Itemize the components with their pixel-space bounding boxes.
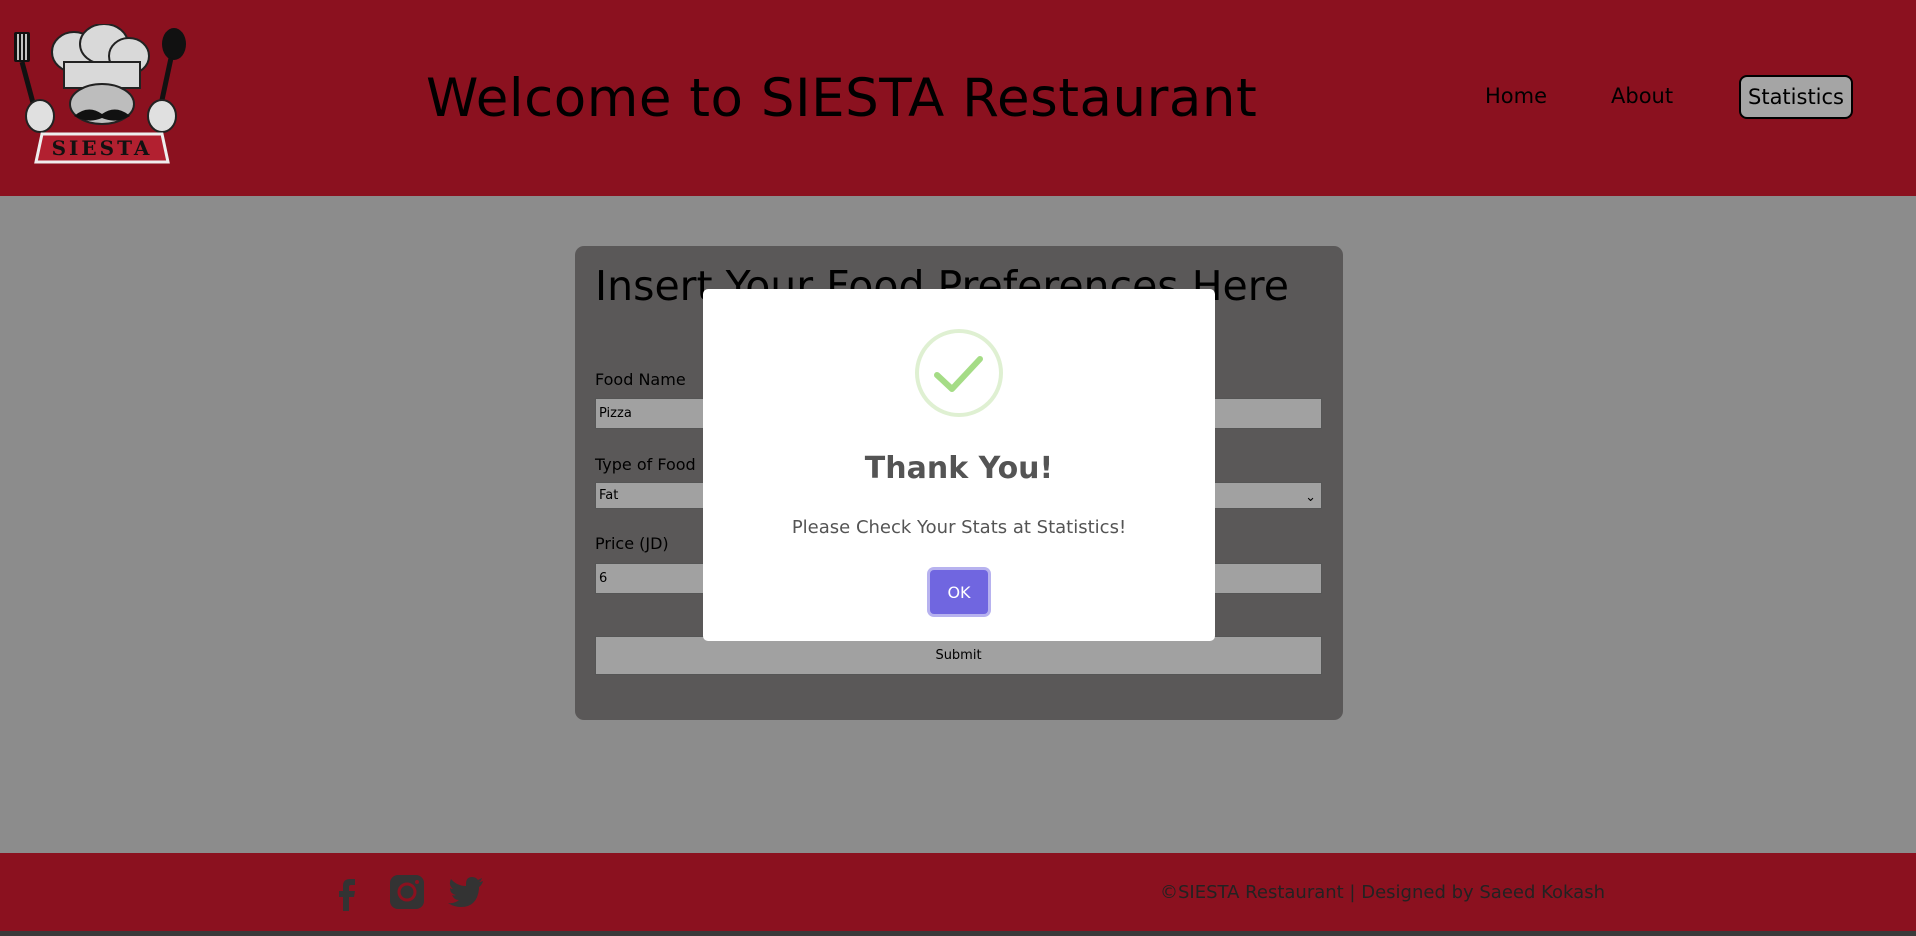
success-check-icon bbox=[915, 329, 1003, 417]
copyright-text: ©SIESTA Restaurant | Designed by Saeed K… bbox=[1160, 882, 1605, 903]
nav-about-link[interactable]: About bbox=[1611, 84, 1673, 108]
site-footer bbox=[0, 853, 1916, 936]
nav-home-link[interactable]: Home bbox=[1485, 84, 1547, 108]
price-label: Price (JD) bbox=[595, 534, 669, 553]
modal-message: Please Check Your Stats at Statistics! bbox=[791, 517, 1127, 538]
food-name-label: Food Name bbox=[595, 370, 686, 389]
chevron-down-icon: ⌄ bbox=[1305, 490, 1316, 505]
twitter-icon[interactable] bbox=[447, 873, 485, 911]
ok-button[interactable]: OK bbox=[930, 570, 988, 614]
nav-statistics-button[interactable]: Statistics bbox=[1739, 75, 1853, 119]
modal-title: Thank You! bbox=[864, 451, 1054, 486]
food-type-label: Type of Food bbox=[595, 455, 696, 474]
thank-you-modal: Thank You! Please Check Your Stats at St… bbox=[703, 289, 1215, 641]
svg-text:SIESTA: SIESTA bbox=[52, 136, 153, 160]
submit-button[interactable]: Submit bbox=[595, 636, 1322, 675]
window-bottom-strip bbox=[0, 931, 1916, 936]
chef-logo[interactable]: SIESTA bbox=[4, 24, 190, 170]
nav-statistics-label: Statistics bbox=[1748, 85, 1844, 109]
facebook-icon[interactable] bbox=[328, 873, 366, 911]
instagram-icon[interactable] bbox=[388, 873, 426, 911]
site-header: SIESTA Welcome to SIESTA Restaurant Home… bbox=[0, 0, 1916, 196]
food-type-value: Fat bbox=[599, 488, 619, 503]
site-title: Welcome to SIESTA Restaurant bbox=[426, 68, 1258, 129]
